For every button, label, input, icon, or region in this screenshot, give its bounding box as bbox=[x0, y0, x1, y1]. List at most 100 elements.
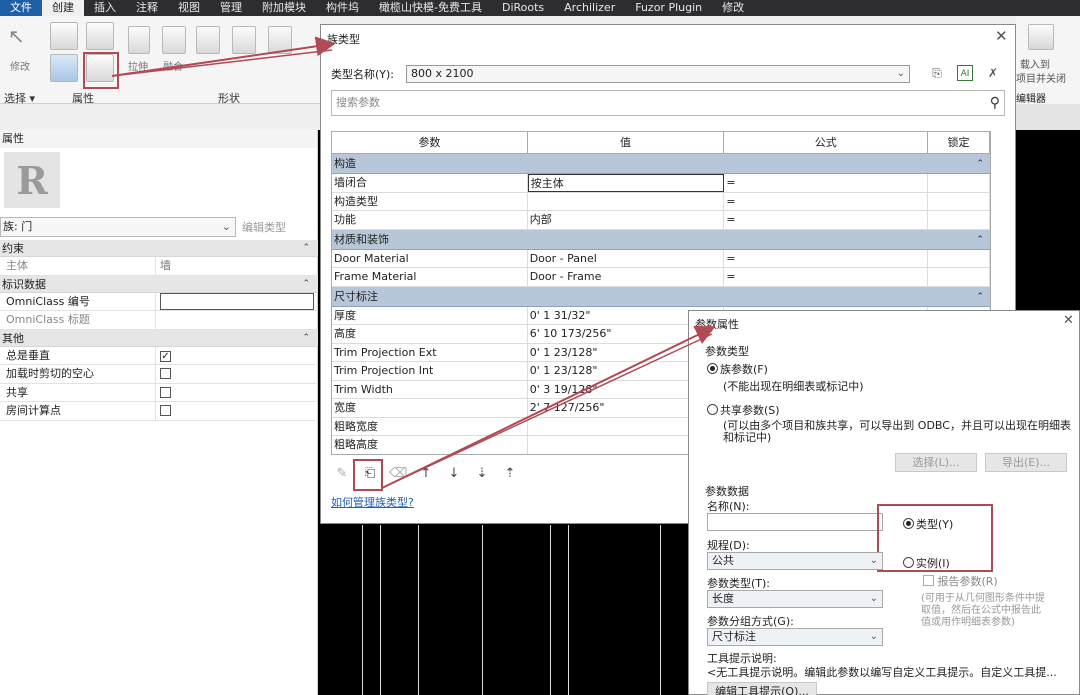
tab-view[interactable]: 视图 bbox=[168, 0, 210, 16]
section-other[interactable]: 其他 ⌃ bbox=[0, 329, 318, 347]
shared-checkbox[interactable] bbox=[160, 386, 171, 398]
tab-glsmodel[interactable]: 橄榄山快模-免费工具 bbox=[369, 0, 492, 16]
view-tab-strip bbox=[1016, 104, 1080, 130]
name-input[interactable] bbox=[707, 513, 883, 531]
select-button[interactable]: 选择(L)... bbox=[895, 453, 977, 472]
family-types-highlight bbox=[83, 52, 119, 89]
type-instance-highlight bbox=[877, 504, 993, 572]
edit-parameter-icon[interactable]: ✎ bbox=[333, 465, 351, 483]
grid-header: 参数 值 公式 锁定 bbox=[332, 132, 990, 154]
sort-ascending-icon[interactable]: ⇣ bbox=[473, 465, 491, 483]
sweep-icon[interactable] bbox=[232, 26, 256, 54]
load-into-label: 载入到 bbox=[1020, 60, 1050, 71]
shared-param-radio[interactable]: 共享参数(S) bbox=[707, 402, 780, 418]
collapse-icon: ⌃ bbox=[976, 291, 984, 302]
group-label: 参数分组方式(G): bbox=[707, 615, 794, 628]
report-param-checkbox[interactable]: 报告参数(R) bbox=[923, 573, 998, 589]
move-down-icon[interactable]: ↓ bbox=[445, 465, 463, 483]
load-close-label: 项目并关闭 bbox=[1016, 74, 1066, 85]
type-name-label: 类型名称(Y): bbox=[331, 68, 395, 81]
tab-create[interactable]: 创建 bbox=[42, 0, 84, 16]
new-parameter-highlight bbox=[353, 459, 383, 491]
param-data-heading: 参数数据 bbox=[705, 485, 749, 498]
drawing-line bbox=[418, 525, 419, 695]
tooltip-text: <无工具提示说明。编辑此参数以编写自定义工具提示。自定义工具提... bbox=[707, 666, 1057, 679]
param-type-dropdown[interactable]: 长度 ⌄ bbox=[707, 590, 883, 608]
cursor-icon[interactable]: ↖ bbox=[8, 24, 36, 52]
chevron-down-icon: ⌄ bbox=[221, 220, 231, 233]
blend-icon[interactable] bbox=[162, 26, 186, 54]
col-lock: 锁定 bbox=[928, 132, 990, 153]
discipline-dropdown[interactable]: 公共 ⌄ bbox=[707, 552, 883, 570]
properties-group-label: 属性 bbox=[72, 92, 94, 105]
revolve-icon[interactable] bbox=[196, 26, 220, 54]
tab-archilizer[interactable]: Archilizer bbox=[554, 0, 625, 16]
editor-group-label: 编辑器 bbox=[1016, 94, 1046, 105]
col-parameter: 参数 bbox=[332, 132, 528, 153]
table-row[interactable]: 功能 内部 = bbox=[332, 211, 990, 230]
prop-key: 总是垂直 bbox=[0, 346, 156, 364]
edit-tooltip-button[interactable]: 编辑工具提示(O)... bbox=[707, 682, 817, 695]
close-icon[interactable]: ✕ bbox=[995, 27, 1008, 45]
tab-addins[interactable]: 附加模块 bbox=[252, 0, 316, 16]
rename-type-icon[interactable]: AI bbox=[957, 65, 973, 81]
section-dimensions[interactable]: 尺寸标注 ⌃ bbox=[332, 286, 990, 307]
tab-fuzor[interactable]: Fuzor Plugin bbox=[625, 0, 712, 16]
search-icon: ⚲ bbox=[989, 95, 1000, 111]
table-row: 总是垂直 ✓ bbox=[0, 346, 318, 365]
select-dropdown[interactable]: 选择 ▾ bbox=[4, 90, 35, 106]
extrude-icon[interactable] bbox=[128, 26, 150, 54]
family-category-button[interactable] bbox=[50, 22, 78, 50]
family-settings-button[interactable] bbox=[86, 22, 114, 50]
tab-component[interactable]: 构件坞 bbox=[316, 0, 369, 16]
drawing-line bbox=[380, 525, 381, 695]
omniclass-number-input[interactable] bbox=[160, 292, 314, 310]
room-calc-point-checkbox[interactable] bbox=[160, 405, 171, 416]
search-input[interactable]: 搜索参数 ⚲ bbox=[331, 90, 1005, 116]
always-vertical-checkbox[interactable]: ✓ bbox=[160, 350, 171, 362]
section-construction[interactable]: 构造 ⌃ bbox=[332, 154, 990, 174]
cut-void-checkbox[interactable] bbox=[160, 368, 171, 379]
discipline-label: 规程(D): bbox=[707, 539, 750, 552]
family-category-params-button[interactable] bbox=[50, 54, 78, 82]
void-icon[interactable] bbox=[268, 26, 292, 54]
tab-annotate[interactable]: 注释 bbox=[126, 0, 168, 16]
section-materials[interactable]: 材质和装饰 ⌃ bbox=[332, 229, 990, 250]
group-dropdown[interactable]: 尺寸标注 ⌄ bbox=[707, 628, 883, 646]
family-selector-row: 族: 门 ⌄ 编辑类型 bbox=[0, 216, 318, 238]
type-name-row: 类型名称(Y): 800 x 2100 ⌄ bbox=[331, 65, 911, 83]
chevron-down-icon: ⌄ bbox=[896, 68, 906, 79]
radio-empty-icon bbox=[707, 404, 718, 415]
export-button[interactable]: 导出(E)... bbox=[985, 453, 1067, 472]
type-name-dropdown[interactable]: 800 x 2100 ⌄ bbox=[406, 65, 911, 83]
prop-key: 主体 bbox=[0, 257, 156, 275]
move-up-icon[interactable]: ↑ bbox=[417, 465, 435, 483]
table-row[interactable]: Frame Material Door - Frame = bbox=[332, 268, 990, 287]
tab-manage[interactable]: 管理 bbox=[210, 0, 252, 16]
sort-descending-icon[interactable]: ⇡ bbox=[501, 465, 519, 483]
prop-key: 共享 bbox=[0, 383, 156, 401]
ribbon-panel: ↖ 修改 拉伸 融合 选择 ▾ 属性 形状 bbox=[0, 16, 320, 106]
edit-type-button[interactable]: 编辑类型 bbox=[242, 219, 286, 235]
table-row: 加载时剪切的空心 bbox=[0, 365, 318, 384]
table-row[interactable]: 墙闭合 按主体 = bbox=[332, 174, 990, 193]
table-row: OmniClass 编号 bbox=[0, 292, 318, 311]
load-into-project-icon[interactable] bbox=[1028, 24, 1054, 50]
section-constraints[interactable]: 约束 ⌃ bbox=[0, 240, 318, 257]
table-row[interactable]: 构造类型 = bbox=[332, 192, 990, 211]
tab-file[interactable]: 文件 bbox=[0, 0, 42, 16]
delete-type-icon[interactable]: ✗ bbox=[985, 65, 1001, 81]
help-link[interactable]: 如何管理族类型? bbox=[331, 494, 414, 510]
family-param-radio[interactable]: 族参数(F) bbox=[707, 361, 768, 377]
tab-insert[interactable]: 插入 bbox=[84, 0, 126, 16]
tab-modify[interactable]: 修改 bbox=[712, 0, 754, 16]
section-identity-data[interactable]: 标识数据 ⌃ bbox=[0, 275, 318, 293]
name-label: 名称(N): bbox=[707, 500, 750, 513]
delete-parameter-icon[interactable]: ⌫ bbox=[389, 465, 407, 483]
new-type-icon[interactable]: ⎘ bbox=[929, 65, 945, 81]
close-icon[interactable]: ✕ bbox=[1063, 313, 1074, 328]
family-type-dropdown[interactable]: 族: 门 ⌄ bbox=[0, 217, 236, 237]
shared-param-note-2: 和标记中) bbox=[723, 431, 772, 444]
table-row[interactable]: Door Material Door - Panel = bbox=[332, 249, 990, 268]
tab-diroots[interactable]: DiRoots bbox=[492, 0, 554, 16]
